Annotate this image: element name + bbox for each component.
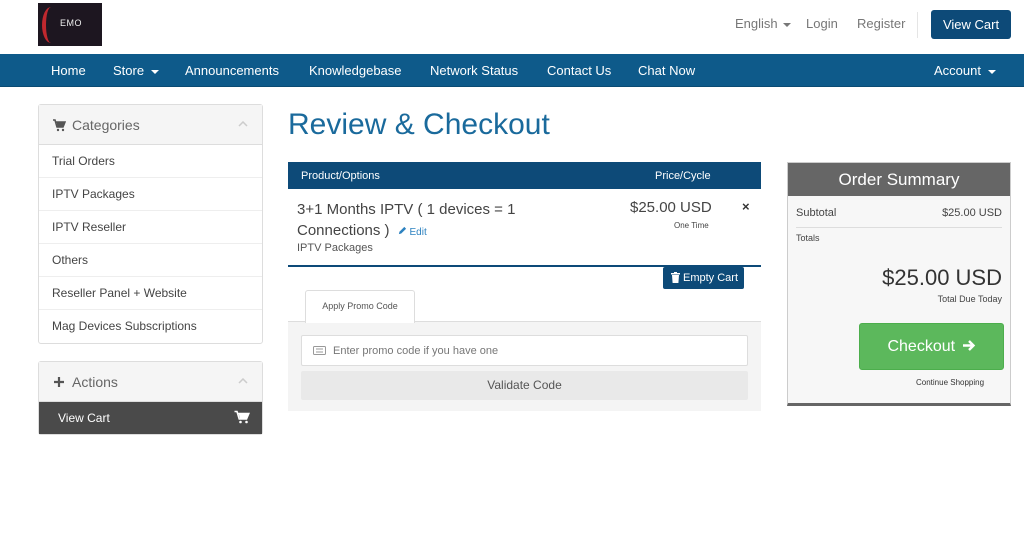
cart-table-header: Product/Options Price/Cycle — [288, 162, 761, 189]
item-price: $25.00 USD — [630, 199, 712, 216]
header-divider — [917, 12, 918, 38]
product-name: 3+1 Months IPTV ( 1 devices = 1 Connecti… — [297, 199, 557, 243]
remove-item-icon[interactable]: × — [742, 199, 750, 214]
column-price: Price/Cycle — [655, 170, 711, 182]
edit-link[interactable]: Edit — [398, 226, 427, 238]
promo-placeholder: Enter promo code if you have one — [333, 345, 499, 357]
total-due-label: Total Due Today — [937, 294, 1002, 304]
summary-divider — [796, 227, 1002, 228]
categories-panel: Categories Trial Orders IPTV Packages IP… — [38, 104, 263, 344]
register-link[interactable]: Register — [857, 16, 905, 31]
caret-down-icon — [987, 69, 996, 74]
column-product: Product/Options — [301, 170, 380, 182]
checkout-button[interactable]: Checkout — [859, 323, 1004, 370]
plus-icon — [54, 377, 64, 387]
shopping-cart-icon — [234, 410, 250, 424]
logo-text: EMO — [60, 18, 83, 28]
subtotal-row: Subtotal $25.00 USD — [796, 207, 1002, 219]
promo-panel: Enter promo code if you have one Validat… — [288, 321, 761, 411]
order-summary-title: Order Summary — [788, 163, 1010, 196]
category-item[interactable]: IPTV Reseller — [39, 211, 262, 244]
logo-swoosh-icon — [42, 7, 60, 43]
categories-header[interactable]: Categories — [39, 105, 262, 145]
nav-store-label: Store — [113, 63, 145, 78]
trash-icon — [671, 272, 680, 283]
totals-label: Totals — [796, 233, 820, 243]
chevron-up-icon[interactable] — [238, 121, 248, 127]
pencil-icon — [398, 226, 406, 235]
validate-code-button[interactable]: Validate Code — [301, 371, 748, 400]
login-link[interactable]: Login — [806, 16, 838, 31]
view-cart-button[interactable]: View Cart — [931, 10, 1011, 39]
category-item[interactable]: Others — [39, 244, 262, 277]
order-summary: Order Summary Subtotal $25.00 USD Totals… — [787, 162, 1011, 406]
nav-chat-now[interactable]: Chat Now — [638, 63, 695, 78]
nav-store[interactable]: Store — [113, 63, 160, 78]
nav-announcements[interactable]: Announcements — [185, 63, 279, 78]
chevron-up-icon[interactable] — [238, 378, 248, 384]
tab-apply-promo[interactable]: Apply Promo Code — [305, 290, 415, 323]
cart-item-row: 3+1 Months IPTV ( 1 devices = 1 Connecti… — [288, 189, 761, 267]
nav-network-status[interactable]: Network Status — [430, 63, 518, 78]
caret-down-icon — [151, 69, 160, 74]
promo-code-input[interactable]: Enter promo code if you have one — [301, 335, 748, 366]
language-label: English — [735, 16, 778, 31]
main-nav: Home Store Announcements Knowledgebase N… — [0, 54, 1024, 87]
empty-cart-label: Empty Cart — [683, 272, 739, 284]
language-dropdown[interactable]: English — [735, 16, 791, 31]
cart-table: Product/Options Price/Cycle 3+1 Months I… — [288, 162, 761, 267]
ticket-icon — [313, 346, 326, 355]
categories-title: Categories — [72, 117, 140, 133]
empty-cart-button[interactable]: Empty Cart — [663, 267, 744, 289]
product-group: IPTV Packages — [297, 242, 373, 254]
actions-header[interactable]: Actions — [39, 362, 262, 402]
nav-account-label: Account — [934, 63, 981, 78]
subtotal-label: Subtotal — [796, 207, 837, 219]
edit-label: Edit — [409, 227, 427, 238]
top-header: EMO English Login Register View Cart — [0, 0, 1024, 54]
site-logo[interactable]: EMO — [38, 3, 102, 46]
nav-home[interactable]: Home — [51, 63, 86, 78]
checkout-label: Checkout — [887, 338, 956, 355]
action-view-cart[interactable]: View Cart — [39, 402, 262, 434]
category-item[interactable]: IPTV Packages — [39, 178, 262, 211]
billing-cycle: One Time — [674, 221, 709, 230]
actions-panel: Actions View Cart — [38, 361, 263, 435]
page-title: Review & Checkout — [288, 108, 550, 141]
shopping-cart-icon — [53, 119, 66, 132]
action-view-cart-label: View Cart — [58, 411, 110, 425]
total-amount: $25.00 USD — [882, 265, 1002, 290]
continue-shopping-link[interactable]: Continue Shopping — [916, 378, 984, 387]
caret-down-icon — [782, 22, 791, 27]
nav-account[interactable]: Account — [934, 63, 996, 78]
arrow-right-icon — [962, 340, 975, 351]
subtotal-value: $25.00 USD — [942, 207, 1002, 219]
actions-title: Actions — [72, 374, 118, 390]
nav-contact-us[interactable]: Contact Us — [547, 63, 611, 78]
category-item[interactable]: Reseller Panel + Website — [39, 277, 262, 310]
category-item[interactable]: Mag Devices Subscriptions — [39, 310, 262, 343]
nav-knowledgebase[interactable]: Knowledgebase — [309, 63, 402, 78]
category-item[interactable]: Trial Orders — [39, 145, 262, 178]
